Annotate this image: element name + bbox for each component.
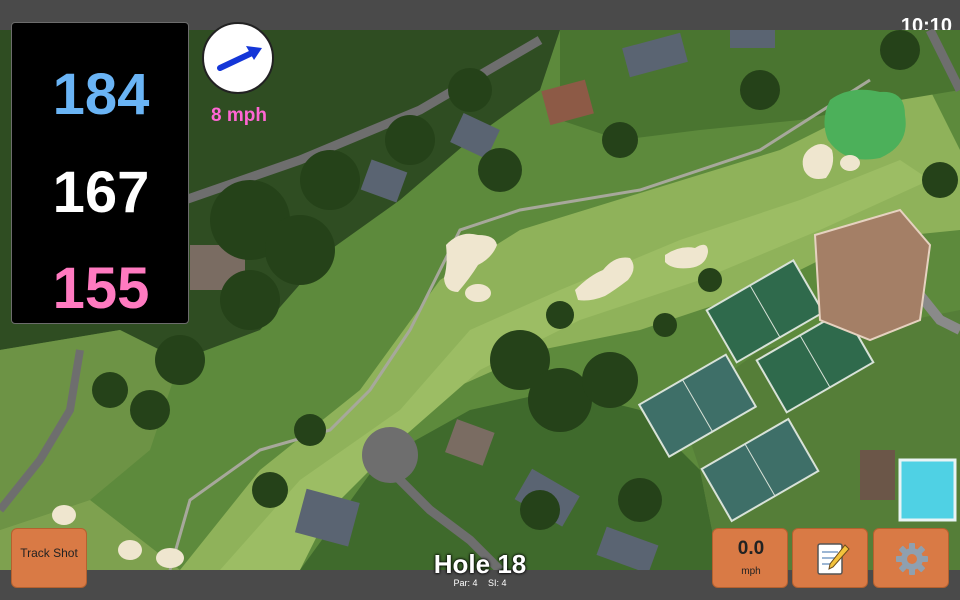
- back-of-green-distance: 184: [52, 62, 150, 127]
- distance-panel: 184 167 155: [11, 22, 189, 324]
- arrow-icon: [217, 46, 262, 71]
- speed-button[interactable]: 0.0 mph: [712, 528, 788, 588]
- gear-icon: [896, 543, 928, 575]
- notes-button[interactable]: [792, 528, 868, 588]
- hole-info: Par: 4 SI: 4: [380, 578, 580, 588]
- speed-value: 0.0: [737, 538, 765, 559]
- notepad-icon: [817, 543, 850, 575]
- speed-unit: mph: [741, 566, 761, 577]
- front-of-green-distance: 155: [52, 256, 150, 321]
- hole-title: Hole 18: [433, 549, 527, 579]
- track-shot-button[interactable]: Track Shot: [11, 528, 87, 588]
- wind-direction-indicator: [202, 22, 274, 94]
- middle-of-green-distance: 167: [52, 160, 150, 225]
- hole-par: Par: 4: [453, 578, 478, 588]
- wind-speed-label: 8 mph: [211, 105, 267, 126]
- hole-stroke-index: SI: 4: [488, 578, 507, 588]
- settings-button[interactable]: [873, 528, 949, 588]
